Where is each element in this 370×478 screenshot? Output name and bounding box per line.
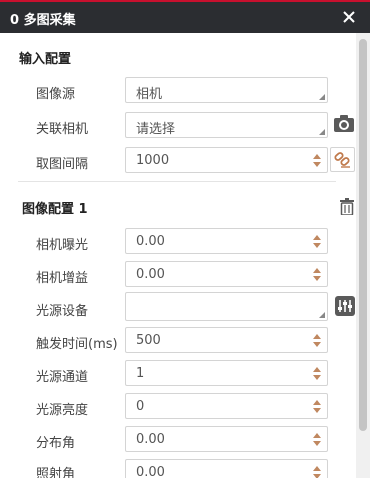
trigger-time-stepper[interactable]: 500 xyxy=(125,327,328,353)
input-config-title: 输入配置 xyxy=(19,52,72,67)
spinner-arrows-icon[interactable] xyxy=(313,399,321,414)
spinner-arrows-icon[interactable] xyxy=(313,234,321,249)
section-divider xyxy=(18,181,336,182)
camera-gain-stepper[interactable]: 0.00 xyxy=(125,261,328,287)
camera-exposure-value: 0.00 xyxy=(136,234,165,249)
light-channel-value: 1 xyxy=(136,366,145,381)
camera-icon[interactable] xyxy=(333,113,355,139)
camera-exposure-stepper[interactable]: 0.00 xyxy=(125,228,328,254)
image-source-label: 图像源 xyxy=(36,87,76,102)
capture-interval-value: 1000 xyxy=(136,153,170,168)
light-device-select[interactable] xyxy=(125,292,328,321)
linked-camera-select[interactable]: 请选择 xyxy=(125,112,328,138)
spinner-arrows-icon[interactable] xyxy=(313,333,321,348)
linked-camera-value: 请选择 xyxy=(136,122,176,137)
vertical-scrollbar[interactable] xyxy=(356,33,370,478)
spinner-arrows-icon[interactable] xyxy=(313,432,321,447)
scrollbar-thumb[interactable] xyxy=(359,39,367,431)
image-source-value: 相机 xyxy=(136,87,163,102)
trash-icon[interactable] xyxy=(340,198,354,219)
light-channel-label: 光源通道 xyxy=(36,370,89,385)
title-bar: 0 多图采集 xyxy=(0,2,370,33)
dropdown-grip-icon xyxy=(319,129,325,135)
spinner-arrows-icon[interactable] xyxy=(313,153,321,168)
trigger-time-label: 触发时间(ms) xyxy=(36,337,118,352)
light-brightness-stepper[interactable]: 0 xyxy=(125,393,328,419)
dialog-window: 0 多图采集 输入配置 图像源 相机 关联相机 请选择 取图间隔 1000 图像… xyxy=(0,0,370,478)
distribution-angle-label: 分布角 xyxy=(36,436,76,451)
image-source-select[interactable]: 相机 xyxy=(125,77,328,103)
light-device-label: 光源设备 xyxy=(36,304,89,319)
irradiation-angle-label: 照射角 xyxy=(36,467,76,478)
capture-interval-label: 取图间隔 xyxy=(36,157,89,172)
window-title: 0 多图采集 xyxy=(10,13,76,28)
dropdown-grip-icon xyxy=(319,94,325,100)
spinner-arrows-icon[interactable] xyxy=(313,366,321,381)
dropdown-grip-icon xyxy=(319,312,325,318)
trigger-time-value: 500 xyxy=(136,333,161,348)
distribution-angle-stepper[interactable]: 0.00 xyxy=(125,426,328,452)
close-icon[interactable] xyxy=(338,6,360,28)
light-brightness-label: 光源亮度 xyxy=(36,403,89,418)
link-button[interactable] xyxy=(330,147,355,172)
irradiation-angle-value: 0.00 xyxy=(136,465,165,478)
linked-camera-label: 关联相机 xyxy=(36,122,89,137)
distribution-angle-value: 0.00 xyxy=(136,432,165,447)
light-brightness-value: 0 xyxy=(136,399,145,414)
capture-interval-stepper[interactable]: 1000 xyxy=(125,147,328,173)
irradiation-angle-stepper[interactable]: 0.00 xyxy=(125,459,328,478)
light-channel-stepper[interactable]: 1 xyxy=(125,360,328,386)
camera-gain-label: 相机增益 xyxy=(36,271,89,286)
camera-exposure-label: 相机曝光 xyxy=(36,238,89,253)
camera-gain-value: 0.00 xyxy=(136,267,165,282)
spinner-arrows-icon[interactable] xyxy=(313,267,321,282)
link-icon xyxy=(334,152,350,168)
image-config-title: 图像配置 1 xyxy=(22,202,88,217)
sliders-icon[interactable] xyxy=(335,296,355,320)
spinner-arrows-icon[interactable] xyxy=(313,465,321,478)
config-panel: 输入配置 图像源 相机 关联相机 请选择 取图间隔 1000 图像配置 1 相机… xyxy=(0,33,356,478)
